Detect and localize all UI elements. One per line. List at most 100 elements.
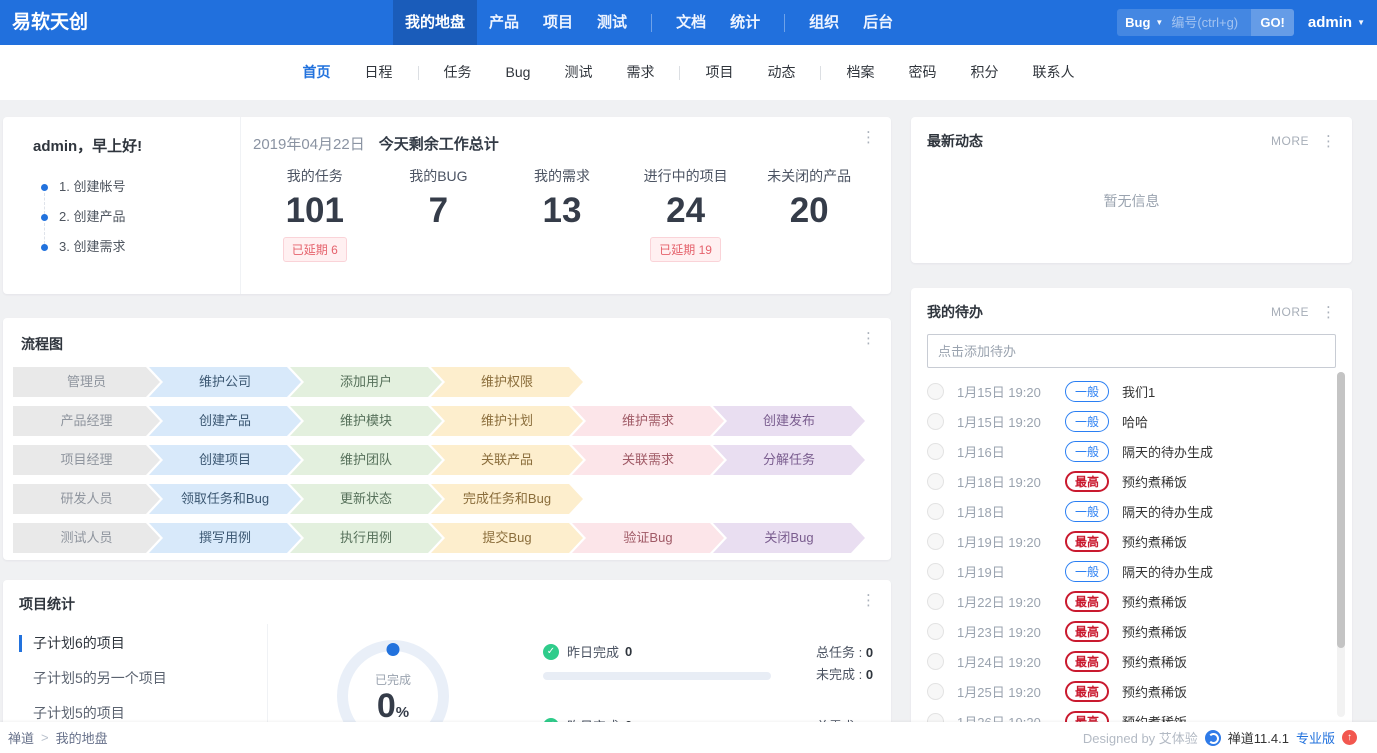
- workflow-step[interactable]: 关闭Bug: [713, 523, 865, 553]
- scrollbar-thumb[interactable]: [1337, 372, 1345, 648]
- secondary-nav-item[interactable]: 联系人: [1015, 45, 1091, 100]
- secondary-nav-item[interactable]: 动态: [750, 45, 812, 100]
- todo-item[interactable]: 1月25日 19:20 最高 预约煮稀饭: [927, 676, 1336, 706]
- workflow-step[interactable]: 产品经理: [13, 406, 160, 436]
- workflow-step[interactable]: 执行用例: [290, 523, 442, 553]
- todo-checkbox[interactable]: [927, 623, 944, 640]
- workflow-step[interactable]: 项目经理: [13, 445, 160, 475]
- onboarding-step[interactable]: 2. 创建产品: [33, 202, 240, 232]
- onboarding-step[interactable]: 1. 创建帐号: [33, 172, 240, 202]
- workflow-step[interactable]: 分解任务: [713, 445, 865, 475]
- todo-checkbox[interactable]: [927, 443, 944, 460]
- workflow-step[interactable]: 关联产品: [431, 445, 583, 475]
- todo-item[interactable]: 1月24日 19:20 最高 预约煮稀饭: [927, 646, 1336, 676]
- more-link[interactable]: MORE: [1271, 134, 1309, 148]
- scrollbar-track[interactable]: [1337, 372, 1345, 717]
- workflow-step[interactable]: 维护公司: [149, 367, 301, 397]
- stat-value[interactable]: 13: [500, 186, 624, 236]
- edition-link[interactable]: 专业版: [1296, 728, 1335, 747]
- primary-nav-item[interactable]: 组织: [797, 0, 851, 45]
- kebab-menu-icon[interactable]: ⋮: [861, 593, 876, 608]
- upgrade-icon[interactable]: ↑: [1342, 730, 1357, 745]
- workflow-step[interactable]: 更新状态: [290, 484, 442, 514]
- secondary-nav-item[interactable]: 测试: [547, 45, 609, 100]
- secondary-nav-item[interactable]: 项目: [688, 45, 750, 100]
- secondary-nav-item[interactable]: 首页: [286, 45, 348, 100]
- primary-nav-item[interactable]: 后台: [851, 0, 905, 45]
- secondary-nav-item[interactable]: 档案: [829, 45, 891, 100]
- todo-item[interactable]: 1月22日 19:20 最高 预约煮稀饭: [927, 586, 1336, 616]
- primary-nav-item[interactable]: 统计: [718, 0, 772, 45]
- kebab-menu-icon[interactable]: ⋮: [861, 130, 876, 145]
- secondary-nav-item[interactable]: 日程: [348, 45, 410, 100]
- stat-value[interactable]: 24: [624, 186, 748, 236]
- todo-title[interactable]: 预约煮稀饭: [1122, 532, 1187, 551]
- workflow-step[interactable]: 创建产品: [149, 406, 301, 436]
- workflow-step[interactable]: 研发人员: [13, 484, 160, 514]
- todo-title[interactable]: 预约煮稀饭: [1122, 682, 1187, 701]
- todo-checkbox[interactable]: [927, 563, 944, 580]
- stat-value[interactable]: 20: [747, 186, 871, 236]
- workflow-step[interactable]: 撰写用例: [149, 523, 301, 553]
- stat-value[interactable]: 7: [377, 186, 501, 236]
- app-logo[interactable]: 易软天创: [12, 0, 88, 45]
- todo-checkbox[interactable]: [927, 383, 944, 400]
- secondary-nav-item[interactable]: 任务: [427, 45, 489, 100]
- secondary-nav-item[interactable]: 积分: [953, 45, 1015, 100]
- todo-title[interactable]: 预约煮稀饭: [1122, 622, 1187, 641]
- user-menu[interactable]: admin▼: [1308, 14, 1365, 31]
- todo-item[interactable]: 1月19日 一般 隔天的待办生成: [927, 556, 1336, 586]
- kebab-menu-icon[interactable]: ⋮: [861, 331, 876, 346]
- primary-nav-item[interactable]: 产品: [477, 0, 531, 45]
- todo-title[interactable]: 预约煮稀饭: [1122, 652, 1187, 671]
- workflow-step[interactable]: 维护需求: [572, 406, 724, 436]
- todo-item[interactable]: 1月18日 19:20 最高 预约煮稀饭: [927, 466, 1336, 496]
- todo-title[interactable]: 预约煮稀饭: [1122, 472, 1187, 491]
- todo-item[interactable]: 1月16日 一般 隔天的待办生成: [927, 436, 1336, 466]
- todo-item[interactable]: 1月15日 19:20 一般 哈哈: [927, 406, 1336, 436]
- todo-title[interactable]: 隔天的待办生成: [1122, 562, 1213, 581]
- todo-checkbox[interactable]: [927, 593, 944, 610]
- todo-checkbox[interactable]: [927, 533, 944, 550]
- todo-checkbox[interactable]: [927, 683, 944, 700]
- search-type-select[interactable]: Bug▼: [1117, 9, 1171, 36]
- secondary-nav-item[interactable]: 密码: [891, 45, 953, 100]
- onboarding-step[interactable]: 3. 创建需求: [33, 232, 240, 262]
- workflow-step[interactable]: 验证Bug: [572, 523, 724, 553]
- primary-nav-item[interactable]: 文档: [664, 0, 718, 45]
- breadcrumb-home[interactable]: 禅道: [8, 728, 34, 747]
- workflow-step[interactable]: 关联需求: [572, 445, 724, 475]
- kebab-menu-icon[interactable]: ⋮: [1321, 134, 1336, 149]
- todo-checkbox[interactable]: [927, 413, 944, 430]
- workflow-step[interactable]: 维护团队: [290, 445, 442, 475]
- todo-item[interactable]: 1月18日 一般 隔天的待办生成: [927, 496, 1336, 526]
- workflow-step[interactable]: 测试人员: [13, 523, 160, 553]
- version-label[interactable]: 禅道11.4.1: [1228, 728, 1289, 747]
- secondary-nav-item[interactable]: 需求: [609, 45, 671, 100]
- project-list-item[interactable]: 子计划6的项目: [3, 626, 267, 661]
- primary-nav-item[interactable]: 测试: [585, 0, 639, 45]
- stat-value[interactable]: 101: [253, 186, 377, 236]
- workflow-step[interactable]: 维护计划: [431, 406, 583, 436]
- add-todo-input[interactable]: [927, 334, 1336, 368]
- todo-title[interactable]: 隔天的待办生成: [1122, 502, 1213, 521]
- todo-checkbox[interactable]: [927, 473, 944, 490]
- workflow-step[interactable]: 维护模块: [290, 406, 442, 436]
- secondary-nav-item[interactable]: Bug: [489, 45, 548, 100]
- todo-title[interactable]: 隔天的待办生成: [1122, 442, 1213, 461]
- todo-checkbox[interactable]: [927, 503, 944, 520]
- workflow-step[interactable]: 维护权限: [431, 367, 583, 397]
- more-link[interactable]: MORE: [1271, 305, 1309, 319]
- primary-nav-item[interactable]: 我的地盘: [393, 0, 477, 45]
- workflow-step[interactable]: 完成任务和Bug: [431, 484, 583, 514]
- todo-item[interactable]: 1月23日 19:20 最高 预约煮稀饭: [927, 616, 1336, 646]
- kebab-menu-icon[interactable]: ⋮: [1321, 305, 1336, 320]
- workflow-step[interactable]: 提交Bug: [431, 523, 583, 553]
- workflow-step[interactable]: 创建项目: [149, 445, 301, 475]
- workflow-step[interactable]: 领取任务和Bug: [149, 484, 301, 514]
- primary-nav-item[interactable]: 项目: [531, 0, 585, 45]
- todo-title[interactable]: 预约煮稀饭: [1122, 592, 1187, 611]
- todo-item[interactable]: 1月15日 19:20 一般 我们1: [927, 376, 1336, 406]
- workflow-step[interactable]: 添加用户: [290, 367, 442, 397]
- todo-checkbox[interactable]: [927, 653, 944, 670]
